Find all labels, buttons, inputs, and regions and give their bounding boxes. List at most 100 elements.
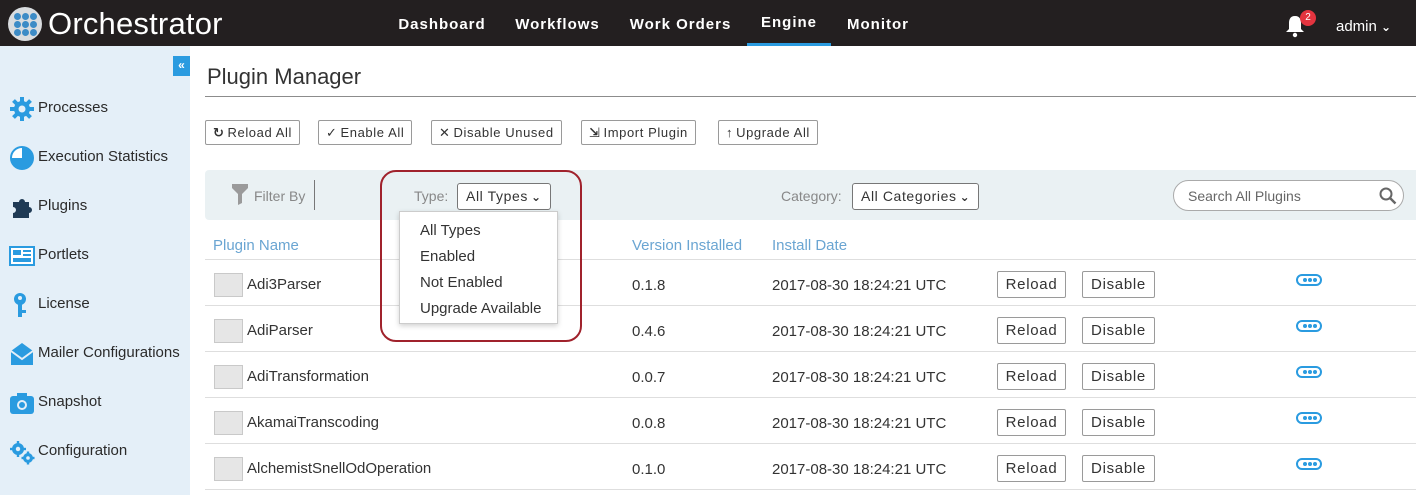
more-options-icon[interactable] (1296, 320, 1322, 332)
key-icon (14, 293, 26, 317)
more-options-icon[interactable] (1296, 412, 1322, 424)
category-label: Category: (781, 188, 842, 204)
reload-button[interactable]: Reload (997, 317, 1066, 344)
collapse-sidebar-button[interactable]: « (173, 56, 190, 76)
user-name: admin (1336, 18, 1377, 35)
camera-icon (10, 393, 34, 414)
reload-icon: ↻ (213, 125, 225, 140)
portlets-icon (9, 246, 35, 266)
sidebar-item-label: Plugins (38, 197, 88, 214)
sidebar-item-configuration[interactable]: Configuration (0, 433, 190, 469)
user-menu[interactable]: admin ⌄ (1336, 18, 1391, 35)
arrow-up-icon: ↑ (726, 125, 734, 140)
sidebar-item-processes[interactable]: Processes (0, 90, 190, 126)
reload-button[interactable]: Reload (997, 409, 1066, 436)
column-header-version[interactable]: Version Installed (632, 237, 742, 254)
gears-icon (10, 441, 35, 465)
disable-unused-button[interactable]: ✕ Disable Unused (431, 120, 562, 145)
disable-button[interactable]: Disable (1082, 455, 1155, 482)
plugin-install-date: 2017-08-30 18:24:21 UTC (772, 323, 947, 340)
plugin-install-date: 2017-08-30 18:24:21 UTC (772, 277, 947, 294)
disable-button[interactable]: Disable (1082, 363, 1155, 390)
import-icon: ⇲ (589, 125, 601, 140)
import-plugin-label: Import Plugin (603, 125, 688, 140)
filter-divider (314, 180, 315, 210)
plugin-thumbnail-icon (214, 365, 243, 389)
plugin-install-date: 2017-08-30 18:24:21 UTC (772, 461, 947, 478)
search-input[interactable] (1188, 186, 1368, 206)
sidebar-item-portlets[interactable]: Portlets (0, 237, 190, 273)
check-icon: ✓ (326, 125, 338, 140)
category-select-value: All Categories (861, 188, 957, 204)
row-divider (205, 397, 1416, 398)
chevron-down-icon: ⌄ (959, 190, 971, 204)
x-icon: ✕ (439, 125, 451, 140)
envelope-icon (10, 343, 34, 365)
row-divider (205, 443, 1416, 444)
sidebar-item-label: License (38, 295, 90, 312)
sidebar-item-label: Configuration (38, 442, 128, 459)
plugin-thumbnail-icon (214, 411, 243, 435)
disable-button[interactable]: Disable (1082, 271, 1155, 298)
highlight-callout (380, 170, 582, 342)
reload-all-button[interactable]: ↻ Reload All (205, 120, 301, 145)
brand-name: Orchestrator (48, 6, 223, 41)
column-header-plugin-name[interactable]: Plugin Name (213, 237, 299, 254)
page-title: Plugin Manager (207, 64, 362, 89)
nav-dashboard[interactable]: Dashboard (386, 0, 498, 46)
plugin-name: Adi3Parser (247, 276, 322, 293)
disable-button[interactable]: Disable (1082, 409, 1155, 436)
funnel-icon (232, 184, 248, 205)
sidebar-item-label: Snapshot (38, 393, 102, 410)
plugin-thumbnail-icon (214, 273, 243, 297)
search-icon[interactable] (1379, 187, 1397, 205)
plugin-name: AlchemistSnellOdOperation (247, 460, 432, 477)
plugin-thumbnail-icon (214, 319, 243, 343)
plugin-thumbnail-icon (214, 457, 243, 481)
sidebar-item-label: Portlets (38, 246, 89, 263)
upgrade-all-button[interactable]: ↑ Upgrade All (718, 120, 818, 145)
search-box (1173, 180, 1404, 211)
category-select[interactable]: All Categories ⌄ (852, 183, 980, 210)
more-options-icon[interactable] (1296, 274, 1322, 286)
reload-button[interactable]: Reload (997, 363, 1066, 390)
orchestrator-logo-icon (8, 7, 42, 41)
enable-all-button[interactable]: ✓ Enable All (318, 120, 413, 145)
reload-button[interactable]: Reload (997, 455, 1066, 482)
column-header-install-date[interactable]: Install Date (772, 237, 847, 254)
plugin-version: 0.4.6 (632, 323, 666, 340)
plugin-install-date: 2017-08-30 18:24:21 UTC (772, 415, 947, 432)
sidebar-item-label: Execution Statistics (38, 148, 169, 165)
title-divider (205, 96, 1416, 97)
row-divider (205, 489, 1416, 490)
nav-workflows[interactable]: Workflows (504, 0, 611, 46)
nav-monitor[interactable]: Monitor (834, 0, 922, 46)
reload-button[interactable]: Reload (997, 271, 1066, 298)
disable-unused-label: Disable Unused (453, 125, 554, 140)
plugin-version: 0.0.7 (632, 369, 666, 386)
plugin-version: 0.1.0 (632, 461, 666, 478)
plugin-name: AdiParser (247, 322, 313, 339)
sidebar-item-snapshot[interactable]: Snapshot (0, 384, 190, 420)
sidebar-item-plugins[interactable]: Plugins (0, 188, 190, 224)
nav-work-orders[interactable]: Work Orders (617, 0, 744, 46)
sidebar-item-execution-statistics[interactable]: Execution Statistics (0, 139, 190, 175)
more-options-icon[interactable] (1296, 458, 1322, 470)
pie-chart-icon (10, 146, 34, 170)
import-plugin-button[interactable]: ⇲ Import Plugin (581, 120, 696, 145)
sidebar-item-license[interactable]: License (0, 286, 190, 322)
enable-all-label: Enable All (340, 125, 405, 140)
plugin-version: 0.1.8 (632, 277, 666, 294)
nav-engine[interactable]: Engine (747, 0, 831, 46)
upgrade-all-label: Upgrade All (736, 125, 810, 140)
plugin-name: AkamaiTranscoding (247, 414, 380, 431)
sidebar-item-mailer-configurations[interactable]: Mailer Configurations (0, 335, 190, 371)
chevron-down-icon: ⌄ (1381, 20, 1392, 34)
more-options-icon[interactable] (1296, 366, 1322, 378)
reload-all-label: Reload All (227, 125, 293, 140)
plugin-version: 0.0.8 (632, 415, 666, 432)
top-bar: Orchestrator Dashboard Workflows Work Or… (0, 0, 1416, 46)
plugin-install-date: 2017-08-30 18:24:21 UTC (772, 369, 947, 386)
sidebar-item-label: Mailer Configurations (38, 344, 180, 361)
disable-button[interactable]: Disable (1082, 317, 1155, 344)
